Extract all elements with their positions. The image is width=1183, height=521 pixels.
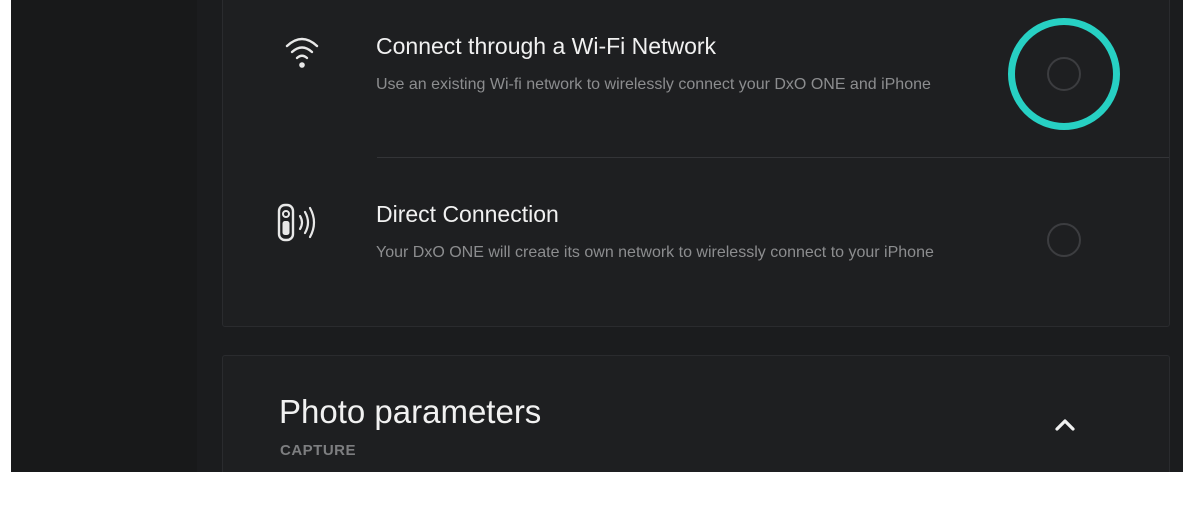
section-title: Photo parameters: [279, 393, 542, 430]
camera-signal-icon: [275, 201, 329, 245]
chevron-up-icon: [1055, 419, 1075, 431]
direct-connection-option[interactable]: Direct Connection Your DxO ONE will crea…: [223, 165, 1169, 325]
section-subtitle: CAPTURE: [280, 442, 357, 459]
direct-option-title: Direct Connection: [376, 201, 559, 227]
wifi-option-title: Connect through a Wi-Fi Network: [376, 33, 717, 59]
direct-option-description: Your DxO ONE will create its own network…: [376, 244, 934, 261]
wifi-icon: [275, 31, 329, 75]
side-panel: [11, 0, 197, 472]
direct-option-radio[interactable]: [1047, 223, 1081, 257]
wifi-network-option[interactable]: Connect through a Wi-Fi Network Use an e…: [223, 0, 1169, 158]
connection-options-card: Connect through a Wi-Fi Network Use an e…: [222, 0, 1170, 327]
wifi-option-radio[interactable]: [1047, 57, 1081, 91]
wifi-option-description: Use an existing Wi-fi network to wireles…: [376, 76, 931, 93]
app-screen: Connect through a Wi-Fi Network Use an e…: [11, 0, 1183, 472]
collapse-section-button[interactable]: [1045, 408, 1085, 442]
photo-parameters-section: Photo parameters CAPTURE: [222, 355, 1170, 472]
option-divider: [377, 157, 1169, 158]
